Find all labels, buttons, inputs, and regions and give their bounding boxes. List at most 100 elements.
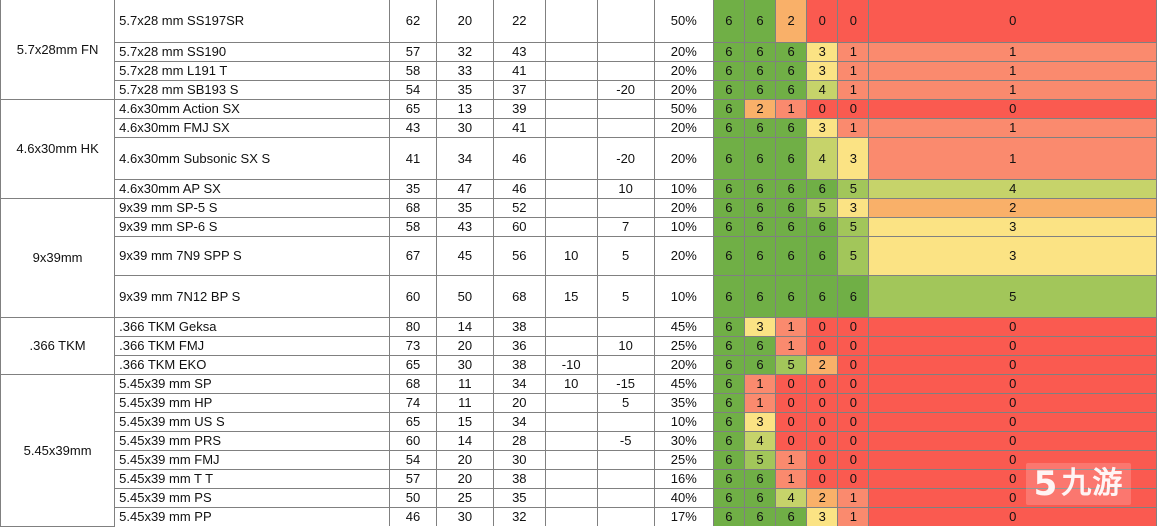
damage-cell: 54 bbox=[389, 449, 437, 470]
armor-damage-cell: 38 bbox=[492, 316, 546, 337]
armor-class-5-cell: 5 bbox=[837, 216, 870, 237]
ammo-name-cell: 5.7x28 mm SS197SR bbox=[114, 0, 391, 43]
recoil-cell: 5 bbox=[596, 235, 655, 276]
damage-cell: 68 bbox=[389, 373, 437, 394]
damage-cell: 65 bbox=[389, 354, 437, 375]
accuracy-cell: 10 bbox=[544, 235, 598, 276]
armor-class-5-cell: 3 bbox=[837, 136, 870, 180]
armor-class-5-cell: 6 bbox=[837, 274, 870, 318]
armor-class-4-cell: 4 bbox=[806, 79, 839, 100]
damage-cell: 50 bbox=[389, 487, 437, 508]
armor-class-6-cell: 0 bbox=[868, 335, 1157, 356]
frag-chance-cell: 20% bbox=[653, 60, 714, 81]
armor-damage-cell: 46 bbox=[492, 178, 546, 199]
penetration-cell: 35 bbox=[435, 79, 494, 100]
table-row: 4.6x30mm Subsonic SX S 41 34 46 -20 20% 6 6 6 4 3 1 bbox=[1, 136, 1157, 180]
recoil-cell bbox=[596, 117, 655, 138]
armor-class-6-cell: 0 bbox=[868, 392, 1157, 413]
ammo-name-cell: 5.45x39 mm T T bbox=[114, 468, 391, 489]
armor-class-2-cell: 6 bbox=[743, 216, 777, 237]
armor-damage-cell: 60 bbox=[492, 216, 546, 237]
armor-class-1-cell: 6 bbox=[712, 468, 745, 489]
armor-class-3-cell: 0 bbox=[775, 430, 808, 451]
table-row: .366 TKM EKO 65 30 38 -10 20% 6 6 5 2 0 0 bbox=[1, 354, 1157, 375]
frag-chance-cell: 10% bbox=[653, 411, 714, 432]
armor-class-5-cell: 0 bbox=[837, 316, 870, 337]
damage-cell: 73 bbox=[389, 335, 437, 356]
armor-class-6-cell: 2 bbox=[868, 197, 1157, 218]
armor-class-4-cell: 0 bbox=[806, 373, 839, 394]
armor-damage-cell: 22 bbox=[492, 0, 546, 43]
armor-class-4-cell: 3 bbox=[806, 41, 839, 62]
frag-chance-cell: 20% bbox=[653, 354, 714, 375]
armor-class-1-cell: 6 bbox=[712, 392, 745, 413]
armor-class-4-cell: 0 bbox=[806, 430, 839, 451]
ammo-name-cell: 9x39 mm SP-6 S bbox=[114, 216, 391, 237]
accuracy-cell bbox=[544, 392, 598, 413]
ammo-name-cell: .366 TKM FMJ bbox=[114, 335, 391, 356]
frag-chance-cell: 10% bbox=[653, 178, 714, 199]
accuracy-cell bbox=[544, 117, 598, 138]
frag-chance-cell: 10% bbox=[653, 274, 714, 318]
armor-class-6-cell: 1 bbox=[868, 60, 1157, 81]
caliber-group-label: 5.45x39mm bbox=[0, 373, 116, 527]
accuracy-cell bbox=[544, 430, 598, 451]
ammo-name-cell: 4.6x30mm FMJ SX bbox=[114, 117, 391, 138]
table-row: 5.45x39 mm US S 65 15 34 10% 6 3 0 0 0 0 bbox=[1, 411, 1157, 432]
damage-cell: 46 bbox=[389, 506, 437, 526]
penetration-cell: 14 bbox=[435, 316, 494, 337]
penetration-cell: 30 bbox=[435, 354, 494, 375]
ammunition-table: 5.7x28mm FN 5.7x28 mm SS197SR 62 20 22 50% 6 6 2… bbox=[0, 0, 1157, 527]
ammo-name-cell: 9x39 mm SP-5 S bbox=[114, 197, 391, 218]
penetration-cell: 47 bbox=[435, 178, 494, 199]
accuracy-cell bbox=[544, 41, 598, 62]
accuracy-cell bbox=[544, 79, 598, 100]
ammo-name-cell: 5.45x39 mm FMJ bbox=[114, 449, 391, 470]
armor-damage-cell: 38 bbox=[492, 354, 546, 375]
armor-class-2-cell: 6 bbox=[743, 79, 777, 100]
armor-class-3-cell: 6 bbox=[775, 274, 808, 318]
ammo-name-cell: 4.6x30mm Subsonic SX S bbox=[114, 136, 391, 180]
table-row: 5.7x28 mm SB193 S 54 35 37 -20 20% 6 6 6 4 1 1 bbox=[1, 79, 1157, 100]
damage-cell: 60 bbox=[389, 274, 437, 318]
damage-cell: 58 bbox=[389, 60, 437, 81]
armor-class-6-cell: 0 bbox=[868, 98, 1157, 119]
penetration-cell: 25 bbox=[435, 487, 494, 508]
armor-class-1-cell: 6 bbox=[712, 216, 745, 237]
accuracy-cell bbox=[544, 411, 598, 432]
armor-class-5-cell: 1 bbox=[837, 41, 870, 62]
armor-class-4-cell: 6 bbox=[806, 274, 839, 318]
ammo-name-cell: 9x39 mm 7N9 SPP S bbox=[114, 235, 391, 276]
armor-class-2-cell: 5 bbox=[743, 449, 777, 470]
ammo-name-cell: 5.45x39 mm HP bbox=[114, 392, 391, 413]
armor-class-3-cell: 1 bbox=[775, 449, 808, 470]
recoil-cell bbox=[596, 468, 655, 489]
armor-class-1-cell: 6 bbox=[712, 136, 745, 180]
armor-class-2-cell: 1 bbox=[743, 373, 777, 394]
armor-class-5-cell: 1 bbox=[837, 60, 870, 81]
armor-class-1-cell: 6 bbox=[712, 335, 745, 356]
armor-class-1-cell: 6 bbox=[712, 41, 745, 62]
armor-class-6-cell: 0 bbox=[868, 487, 1157, 508]
recoil-cell bbox=[596, 0, 655, 43]
armor-class-5-cell: 5 bbox=[837, 178, 870, 199]
armor-class-2-cell: 6 bbox=[743, 41, 777, 62]
armor-class-4-cell: 0 bbox=[806, 98, 839, 119]
armor-damage-cell: 35 bbox=[492, 487, 546, 508]
damage-cell: 54 bbox=[389, 79, 437, 100]
damage-cell: 58 bbox=[389, 216, 437, 237]
frag-chance-cell: 30% bbox=[653, 430, 714, 451]
table-row: 5.45x39 mm HP 74 11 20 5 35% 6 1 0 0 0 0 bbox=[1, 392, 1157, 413]
armor-class-5-cell: 1 bbox=[837, 117, 870, 138]
penetration-cell: 13 bbox=[435, 98, 494, 119]
penetration-cell: 30 bbox=[435, 506, 494, 526]
damage-cell: 35 bbox=[389, 178, 437, 199]
armor-class-5-cell: 0 bbox=[837, 98, 870, 119]
frag-chance-cell: 40% bbox=[653, 487, 714, 508]
armor-class-2-cell: 6 bbox=[743, 136, 777, 180]
recoil-cell bbox=[596, 316, 655, 337]
armor-class-1-cell: 6 bbox=[712, 430, 745, 451]
recoil-cell: -5 bbox=[596, 430, 655, 451]
table-row: 5.45x39 mm PRS 60 14 28 -5 30% 6 4 0 0 0 0 bbox=[1, 430, 1157, 451]
armor-class-3-cell: 1 bbox=[775, 335, 808, 356]
